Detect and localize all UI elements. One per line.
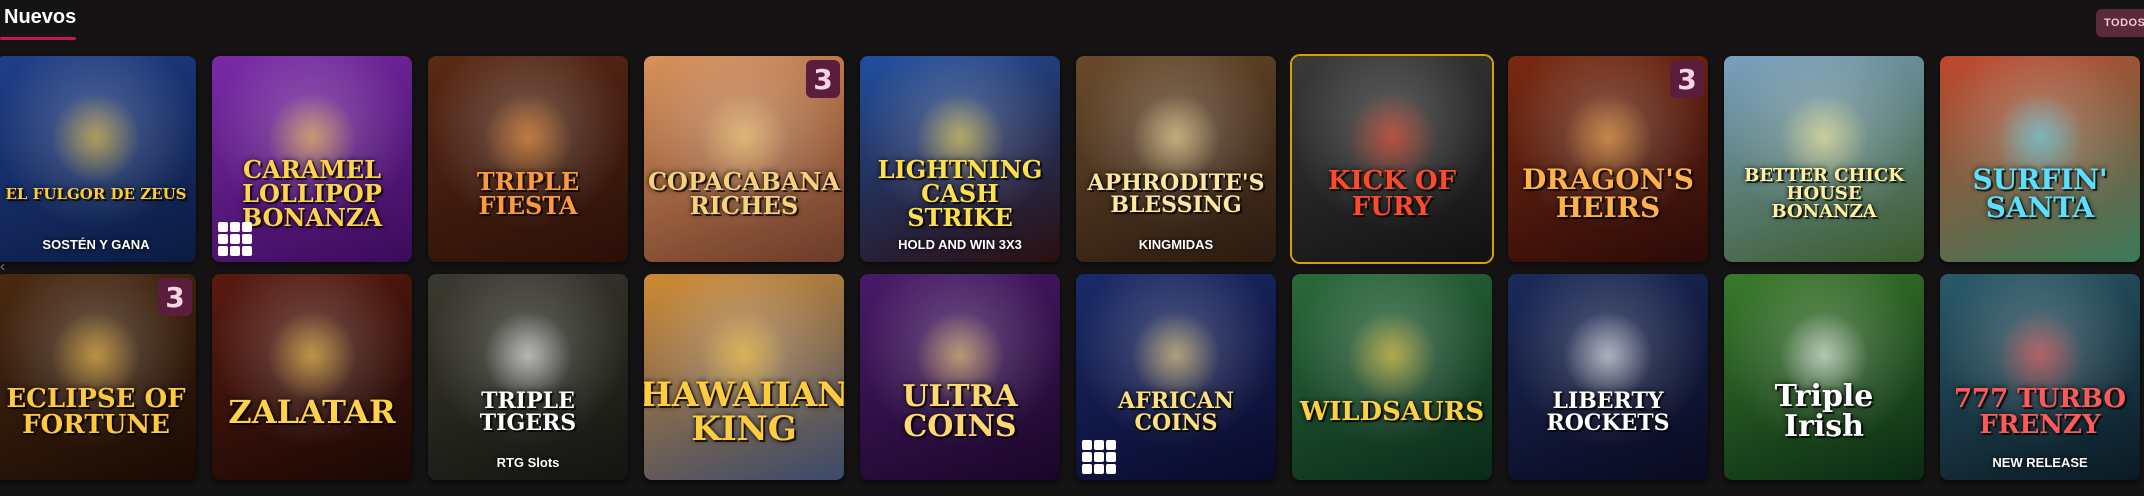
- game-title: ECLIPSE OF FORTUNE: [6, 384, 186, 440]
- game-title: APHRODITE'S BLESSING: [1087, 170, 1265, 218]
- game-title: SURFIN' SANTA: [1972, 163, 2108, 224]
- section-title: Nuevos: [4, 6, 77, 28]
- game-tile[interactable]: WILDSAURS: [1292, 274, 1492, 480]
- game-tile[interactable]: ECLIPSE OF FORTUNE 3: [0, 274, 196, 480]
- game-title: CARAMEL LOLLIPOP BONANZA: [241, 155, 383, 232]
- game-title: AFRICAN COINS: [1118, 388, 1234, 436]
- game-tile[interactable]: TRIPLE FIESTA: [428, 56, 628, 262]
- view-all-button[interactable]: TODOS: [2096, 9, 2144, 37]
- game-subtitle: SOSTÉN Y GANA: [42, 237, 150, 252]
- game-art-character: [51, 93, 141, 184]
- game-title: HAWAIIAN KING: [644, 375, 844, 449]
- game-tile[interactable]: ULTRA COINS: [860, 274, 1060, 480]
- game-title: BETTER CHICK HOUSE BONANZA: [1744, 165, 1904, 222]
- game-tile[interactable]: HAWAIIAN KING: [644, 274, 844, 480]
- game-tile[interactable]: BETTER CHICK HOUSE BONANZA: [1724, 56, 1924, 262]
- game-art-character: [267, 311, 357, 402]
- game-title: TRIPLE FIESTA: [476, 167, 580, 220]
- provider-logo-icon: [218, 222, 252, 256]
- game-title: WILDSAURS: [1299, 397, 1485, 427]
- game-tile[interactable]: COPACABANA RICHES 3: [644, 56, 844, 262]
- game-title: EL FULGOR DE ZEUS: [5, 184, 187, 203]
- section-title-underline: [0, 37, 76, 40]
- game-tile[interactable]: CARAMEL LOLLIPOP BONANZA: [212, 56, 412, 262]
- game-title: KICK OF FURY: [1327, 166, 1457, 222]
- game-tile[interactable]: 777 TURBO FRENZY NEW RELEASE: [1940, 274, 2140, 480]
- provider-logo-icon: [1082, 440, 1116, 474]
- game-title: Triple Irish: [1774, 379, 1874, 444]
- game-tile[interactable]: ZALATAR: [212, 274, 412, 480]
- game-art-character: [1347, 311, 1437, 402]
- games-grid: EL FULGOR DE ZEUS SOSTÉN Y GANA CARAMEL LO…: [0, 56, 2140, 480]
- game-tile[interactable]: LIGHTNING CASH STRIKE HOLD AND WIN 3X3: [860, 56, 1060, 262]
- game-subtitle: KINGMIDAS: [1138, 237, 1214, 252]
- game-title: 777 TURBO FRENZY: [1953, 384, 2127, 440]
- provider-badge-3: 3: [1670, 60, 1704, 98]
- game-title: LIBERTY ROCKETS: [1546, 388, 1670, 436]
- game-tile[interactable]: DRAGON'S HEIRS 3: [1508, 56, 1708, 262]
- game-tile[interactable]: TRIPLE TIGERS RTG Slots: [428, 274, 628, 480]
- game-tile[interactable]: SURFIN' SANTA: [1940, 56, 2140, 262]
- game-tile[interactable]: APHRODITE'S BLESSING KINGMIDAS: [1076, 56, 1276, 262]
- game-subtitle: RTG Slots: [496, 455, 560, 470]
- game-subtitle: NEW RELEASE: [1992, 455, 2088, 470]
- game-tile[interactable]: Triple Irish: [1724, 274, 1924, 480]
- game-title: ZALATAR: [228, 393, 396, 431]
- game-title: DRAGON'S HEIRS: [1522, 163, 1694, 224]
- game-tile[interactable]: LIBERTY ROCKETS: [1508, 274, 1708, 480]
- game-tile[interactable]: AFRICAN COINS: [1076, 274, 1276, 480]
- game-tile[interactable]: KICK OF FURY: [1292, 56, 1492, 262]
- game-title: TRIPLE TIGERS: [479, 388, 577, 436]
- game-subtitle: HOLD AND WIN 3X3: [898, 237, 1022, 252]
- provider-badge-3: 3: [806, 60, 840, 98]
- provider-badge-3: 3: [158, 278, 192, 316]
- game-tile[interactable]: EL FULGOR DE ZEUS SOSTÉN Y GANA: [0, 56, 196, 262]
- game-title: LIGHTNING CASH STRIKE: [877, 155, 1043, 232]
- game-title: COPACABANA RICHES: [647, 167, 841, 220]
- game-title: ULTRA COINS: [902, 379, 1018, 444]
